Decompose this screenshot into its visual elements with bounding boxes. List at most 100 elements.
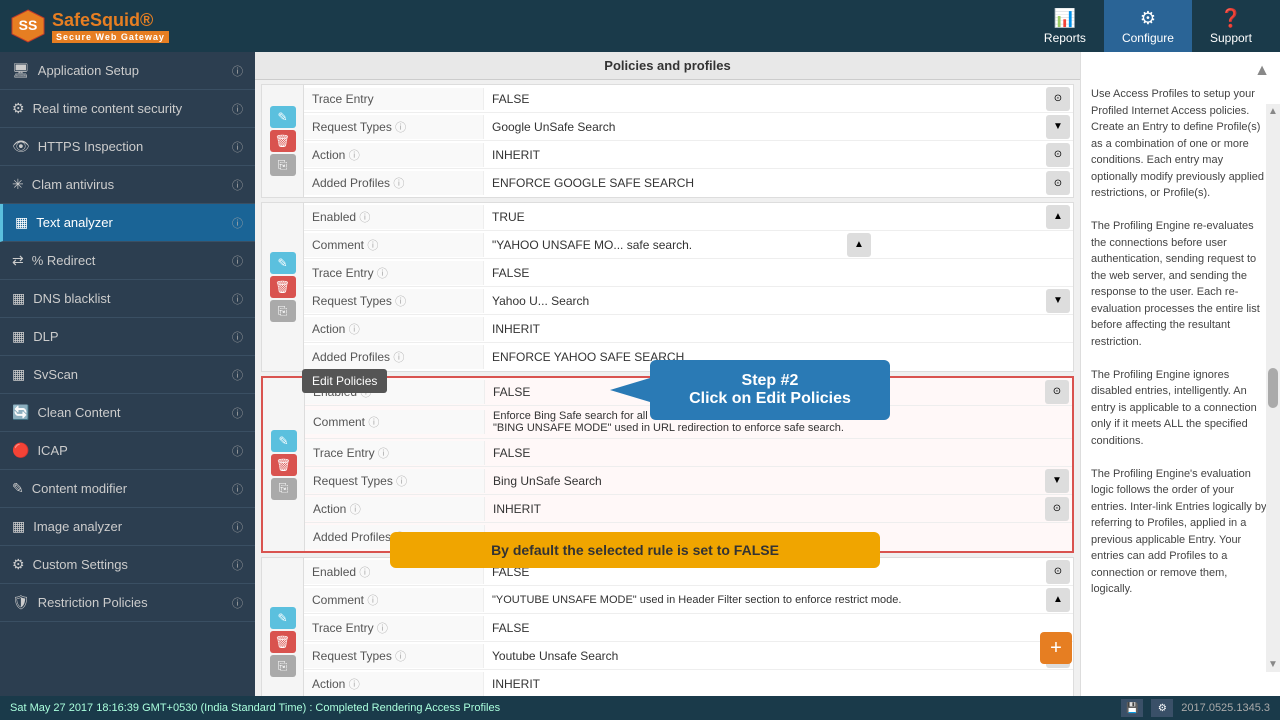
entry2-comment-scroll[interactable]: ▲ [844,233,874,257]
sidebar-item-realtime[interactable]: ⚙ Real time content security ⓘ [0,90,255,128]
entry2-dropdown-btn[interactable]: ▼ [1046,289,1070,313]
sidebar-item-text-analyzer[interactable]: ▦ Text analyzer ⓘ [0,204,255,242]
entry2-edit-btn[interactable]: ✎ [270,252,296,274]
entry1-reqtypes-value: Google UnSafe Search [484,116,1043,138]
content-modifier-icon: ✎ [12,480,24,497]
add-policy-button[interactable]: + [1040,632,1072,664]
entry1-edit-btn[interactable]: ✎ [270,106,296,128]
entry1-delete-btn[interactable]: 🗑 [270,130,296,152]
nav-support[interactable]: ❓ Support [1192,0,1270,53]
statusbar-save-btn[interactable]: 💾 [1121,699,1143,717]
entry3-reqtypes-value: Bing UnSafe Search [485,470,1042,492]
sidebar-item-app-setup-label: Application Setup [38,63,232,78]
policy-entry-2: ✎ 🗑 ⎘ Enabled ⓘ TRUE ▲ Comment ⓘ "YAHOO … [261,202,1074,372]
info-panel-collapse-btn[interactable]: ▲ [1254,62,1270,80]
sidebar-item-content-modifier[interactable]: ✎ Content modifier ⓘ [0,470,255,508]
entry1-trace-label: Trace Entry [304,88,484,110]
entry1-dropdown-btn[interactable]: ▼ [1046,115,1070,139]
nav-configure-label: Configure [1122,31,1174,45]
entry4-delete-btn[interactable]: 🗑 [270,631,296,653]
entry4-comment-scroll-btn[interactable]: ▲ [1046,588,1070,612]
policy-entry-4: ✎ 🗑 ⎘ Enabled ⓘ FALSE ⊙ Comment ⓘ "YOUTU… [261,557,1074,696]
sidebar-item-dlp-label: DLP [33,329,232,344]
entry3-trace-row: Trace Entry ⓘ FALSE [305,439,1072,467]
entry4-enabled-scroll-btn[interactable]: ⊙ [1046,560,1070,584]
entry1-profiles-scroll-btn[interactable]: ⊙ [1046,171,1070,195]
entry3-action-label: Action ⓘ [305,497,485,521]
entry2-profiles-label: Added Profiles ⓘ [304,345,484,369]
entry2-enabled-scroll-btn[interactable]: ▲ [1046,205,1070,229]
svscan-icon: ▦ [12,366,25,383]
sidebar-item-svscan[interactable]: ▦ SvScan ⓘ [0,356,255,394]
sidebar-item-restriction[interactable]: 🛡 Restriction Policies ⓘ [0,584,255,622]
sidebar-item-icap[interactable]: 🔴 ICAP ⓘ [0,432,255,470]
scroll-up-btn[interactable]: ▲ [1268,106,1278,117]
entry2-comment-scroll-btn[interactable]: ▲ [847,233,871,257]
entry2-trace-label: Trace Entry ⓘ [304,261,484,285]
entry4-edit-btn[interactable]: ✎ [270,607,296,629]
entry1-action-scroll-btn[interactable]: ⊙ [1046,143,1070,167]
entry4-comment-scroll[interactable]: ▲ [1043,588,1073,612]
entry3-comment-label: Comment ⓘ [305,410,485,434]
entry1-action-row: Action ⓘ INHERIT ⊙ [304,141,1073,169]
entry3-reqtypes-dropdown[interactable]: ▼ [1042,469,1072,493]
sidebar-item-clean-content[interactable]: 🔄 Clean Content ⓘ [0,394,255,432]
entry2-copy-btn[interactable]: ⎘ [270,300,296,322]
statusbar: Sat May 27 2017 18:16:39 GMT+0530 (India… [0,696,1280,720]
entry1-action-scroll[interactable]: ⊙ [1043,143,1073,167]
clean-content-icon: 🔄 [12,404,29,421]
entry2-delete-btn[interactable]: 🗑 [270,276,296,298]
sidebar-item-https[interactable]: 👁 HTTPS Inspection ⓘ [0,128,255,166]
entry2-trace-row: Trace Entry ⓘ FALSE [304,259,1073,287]
entry1-reqtypes-dropdown[interactable]: ▼ [1043,115,1073,139]
sidebar-item-clam-label: Clam antivirus [32,177,232,192]
nav-support-label: Support [1210,31,1252,45]
entry3-actions: ✎ 🗑 ⎘ [263,378,305,551]
nav-reports[interactable]: 📊 Reports [1026,0,1104,53]
sidebar-item-clam[interactable]: ✳ Clam antivirus ⓘ [0,166,255,204]
entry3-enabled-scroll[interactable]: ⊙ [1042,380,1072,404]
sidebar-item-custom-settings[interactable]: ⚙ Custom Settings ⓘ [0,546,255,584]
entry1-profiles-scroll[interactable]: ⊙ [1043,171,1073,195]
sidebar-item-https-label: HTTPS Inspection [38,139,232,154]
entry4-enabled-scroll[interactable]: ⊙ [1043,560,1073,584]
configure-icon: ⚙ [1140,8,1156,29]
entry3-edit-btn[interactable]: ✎ [271,430,297,452]
logo-name: SafeSquid® [52,10,153,31]
entry2-reqtypes-dropdown[interactable]: ▼ [1043,289,1073,313]
entry3-action-scroll[interactable]: ⊙ [1042,497,1072,521]
entry4-trace-label: Trace Entry ⓘ [304,616,484,640]
entry4-copy-btn[interactable]: ⎘ [270,655,296,677]
sidebar-item-image-analyzer[interactable]: ▦ Image analyzer ⓘ [0,508,255,546]
statusbar-right: 2017.0525.1345.3 [1181,702,1270,714]
entry3-delete-btn[interactable]: 🗑 [271,454,297,476]
scrollbar[interactable]: ▲ ▼ [1266,104,1280,672]
entry3-reqtypes-row: Request Types ⓘ Bing UnSafe Search ▼ [305,467,1072,495]
scroll-down-btn[interactable]: ▼ [1268,659,1278,670]
nav-configure[interactable]: ⚙ Configure [1104,0,1192,53]
entry1-trace-scroll-btn[interactable]: ⊙ [1046,87,1070,111]
header: SS SafeSquid® Secure Web Gateway 📊 Repor… [0,0,1280,52]
sidebar-item-app-setup[interactable]: 🖥 Application Setup ⓘ [0,52,255,90]
entry3-copy-btn[interactable]: ⎘ [271,478,297,500]
main-title: Policies and profiles [255,52,1080,80]
entry1-copy-btn[interactable]: ⎘ [270,154,296,176]
entry2-enabled-scroll[interactable]: ▲ [1043,205,1073,229]
entry2-actions: ✎ 🗑 ⎘ [262,203,304,371]
entry1-action-label: Action ⓘ [304,143,484,167]
entry4-reqtypes-label: Request Types ⓘ [304,644,484,668]
entry3-action-scroll-btn[interactable]: ⊙ [1045,497,1069,521]
entry3-dropdown-btn[interactable]: ▼ [1045,469,1069,493]
sidebar-item-dns-blacklist[interactable]: ▦ DNS blacklist ⓘ [0,280,255,318]
entry4-reqtypes-row: Request Types ⓘ Youtube Unsafe Search ▼ [304,642,1073,670]
sidebar-item-redirect[interactable]: ⇄ % Redirect ⓘ [0,242,255,280]
entry1-trace-scroll[interactable]: ⊙ [1043,87,1073,111]
restriction-icon: 🛡 [12,594,30,611]
custom-settings-help-icon: ⓘ [232,557,243,573]
entry2-enabled-label: Enabled ⓘ [304,205,484,229]
sidebar-item-dlp[interactable]: ▦ DLP ⓘ [0,318,255,356]
sidebar-item-icap-label: ICAP [37,443,232,458]
default-callout-text: By default the selected rule is set to F… [491,542,779,558]
entry3-enabled-scroll-btn[interactable]: ⊙ [1045,380,1069,404]
statusbar-settings-btn[interactable]: ⚙ [1151,699,1173,717]
